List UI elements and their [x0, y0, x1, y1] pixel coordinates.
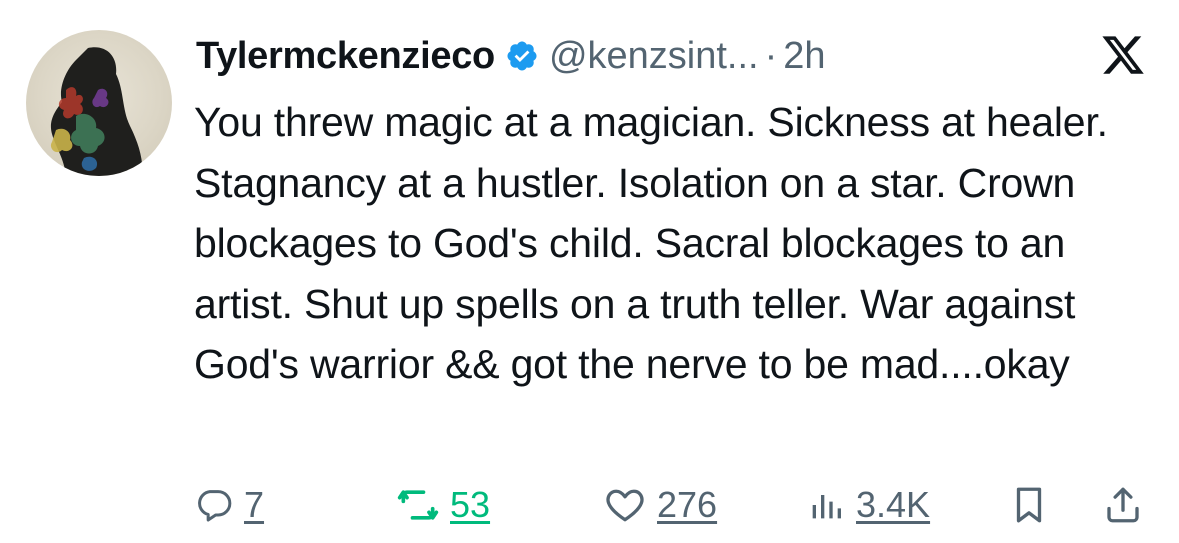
reply-button[interactable]: 7: [194, 480, 264, 530]
repost-button[interactable]: 53: [396, 480, 490, 530]
x-logo-icon: [1100, 32, 1146, 78]
heart-icon: [603, 483, 647, 527]
views-icon: [806, 485, 846, 525]
tweet-header: Tylermckenzieco @kenzsint... · 2h: [196, 26, 1179, 86]
author-handle[interactable]: @kenzsint...: [549, 35, 759, 78]
share-icon: [1102, 484, 1144, 526]
views-count: 3.4K: [856, 484, 931, 525]
action-bar: 7 53 276 3.4K: [0, 470, 1179, 543]
separator-dot: ·: [764, 34, 778, 77]
verified-badge-icon: [505, 39, 539, 73]
avatar-image: [50, 47, 143, 176]
timestamp[interactable]: 2h: [783, 35, 825, 78]
repost-count: 53: [450, 484, 491, 525]
reply-icon: [194, 485, 234, 525]
share-button[interactable]: [1102, 480, 1144, 530]
reply-count: 7: [244, 484, 265, 525]
like-count: 276: [657, 484, 718, 525]
author-name[interactable]: Tylermckenzieco: [196, 35, 495, 78]
views-button[interactable]: 3.4K: [806, 480, 930, 530]
like-button[interactable]: 276: [603, 480, 717, 530]
bookmark-button[interactable]: [1008, 480, 1050, 530]
tweet-text: You threw magic at a magician. Sickness …: [194, 99, 1108, 387]
avatar[interactable]: [26, 30, 172, 176]
repost-icon: [396, 483, 440, 527]
bookmark-icon: [1008, 484, 1050, 526]
